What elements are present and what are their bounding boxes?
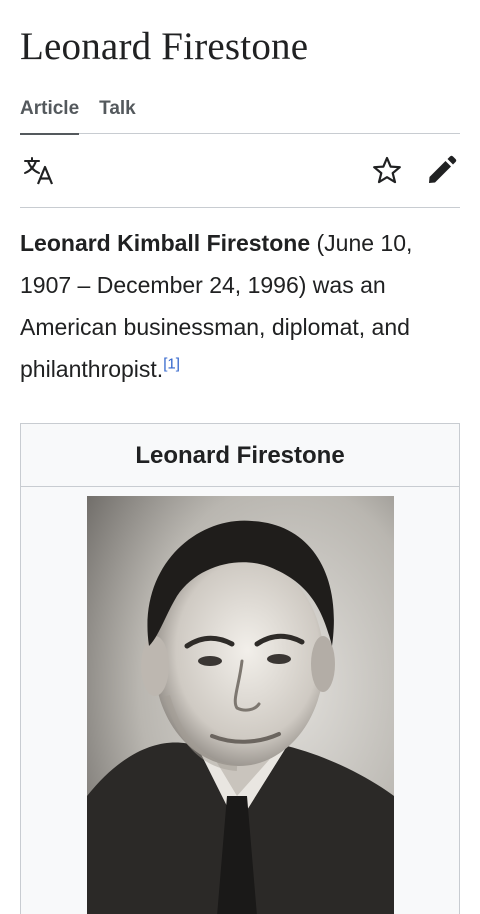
tab-talk[interactable]: Talk — [99, 96, 136, 134]
infobox: Leonard Firestone — [20, 423, 460, 914]
lead-paragraph: Leonard Kimball Firestone (June 10, 1907… — [20, 222, 460, 390]
portrait-photo[interactable] — [87, 496, 394, 914]
page-tabs: Article Talk — [20, 96, 460, 135]
page-title: Leonard Firestone — [20, 25, 309, 68]
edit-pencil-icon[interactable] — [424, 154, 458, 188]
star-icon[interactable] — [370, 154, 404, 188]
language-icon[interactable] — [22, 154, 56, 188]
lead-bold-name: Leonard Kimball Firestone — [20, 230, 311, 256]
infobox-title: Leonard Firestone — [21, 424, 459, 487]
reference-link[interactable]: [1] — [163, 355, 180, 372]
tab-article[interactable]: Article — [20, 96, 80, 135]
page-actions-toolbar — [20, 134, 460, 208]
